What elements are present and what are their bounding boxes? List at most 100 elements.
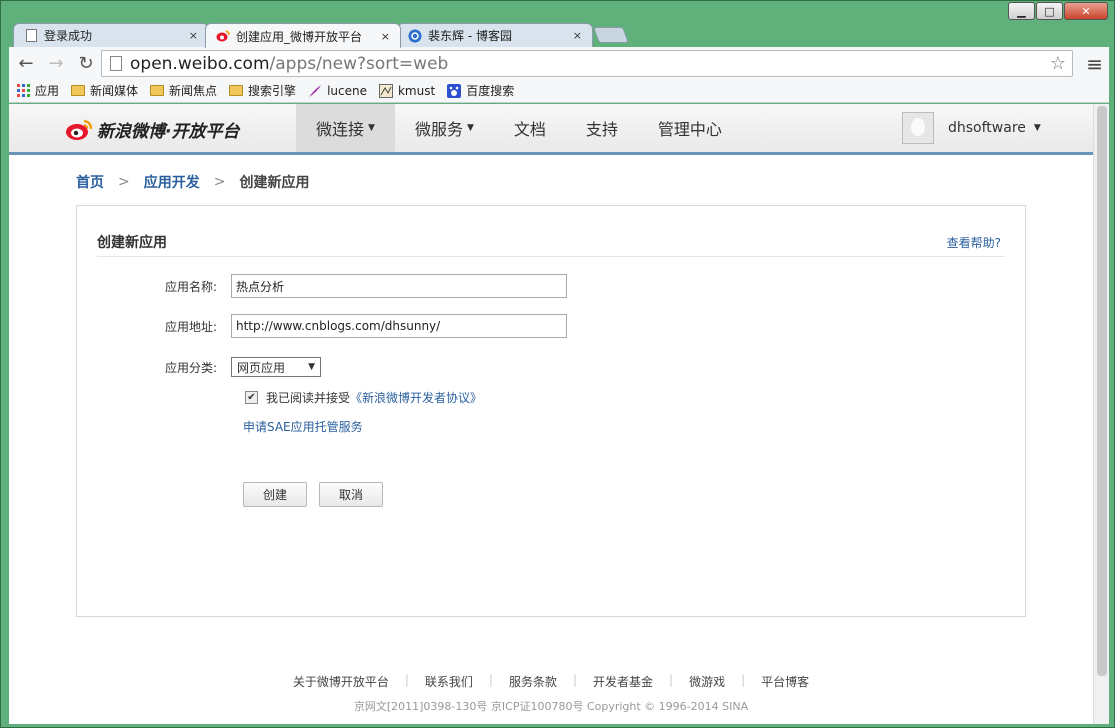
bookmark-label: lucene bbox=[327, 83, 367, 98]
sae-hosting-link[interactable]: 申请SAE应用托管服务 bbox=[243, 418, 363, 435]
caret-down-icon: ▼ bbox=[466, 123, 474, 133]
app-url-label: 应用地址: bbox=[164, 319, 217, 334]
bookmark-lucene[interactable]: lucene bbox=[308, 84, 367, 98]
page-viewport: 新浪微博·开放平台 微连接 ▼ 微服务 ▼ 文档 支持 管理中心 dhsoftw… bbox=[9, 104, 1093, 724]
copyright: 京网文[2011]0398-130号 京ICP证100780号 Copyrigh… bbox=[353, 700, 749, 713]
bookmark-label: 新闻焦点 bbox=[169, 84, 218, 98]
nav-admin-center[interactable]: 管理中心 bbox=[638, 104, 742, 152]
logo-text: 新浪微博·开放平台 bbox=[97, 122, 240, 142]
footer-link-blog[interactable]: 平台博客 bbox=[745, 673, 825, 690]
agree-checkbox[interactable]: ✔ bbox=[245, 391, 258, 404]
agreement-row: ✔ 我已阅读并接受 《新浪微博开发者协议》 bbox=[245, 389, 482, 406]
tab-close-icon[interactable]: × bbox=[189, 29, 198, 42]
vertical-scrollbar[interactable] bbox=[1093, 104, 1109, 724]
bookmark-search-engines[interactable]: 搜索引擎 bbox=[229, 82, 296, 99]
app-category-label: 应用分类: bbox=[164, 360, 217, 375]
kmust-icon bbox=[378, 83, 393, 98]
maximize-button[interactable]: □ bbox=[1036, 2, 1063, 20]
folder-icon bbox=[71, 85, 86, 96]
bookmark-label: 搜索引擎 bbox=[248, 84, 297, 98]
developer-agreement-link[interactable]: 《新浪微博开发者协议》 bbox=[350, 389, 482, 406]
app-name-label: 应用名称: bbox=[164, 279, 217, 294]
help-link[interactable]: 查看帮助? bbox=[947, 234, 1001, 251]
bookmark-label: 新闻媒体 bbox=[90, 84, 139, 98]
create-button[interactable]: 创建 bbox=[243, 482, 307, 507]
bookmark-news-media[interactable]: 新闻媒体 bbox=[71, 82, 138, 99]
folder-icon bbox=[150, 85, 165, 96]
tab-cnblogs[interactable]: 裴东辉 - 博客园 × bbox=[397, 23, 593, 47]
agree-text: 我已阅读并接受 bbox=[266, 391, 351, 405]
card-header: 创建新应用 查看帮助? bbox=[97, 232, 1005, 257]
sae-row: 申请SAE应用托管服务 bbox=[243, 418, 363, 435]
cancel-button[interactable]: 取消 bbox=[319, 482, 383, 507]
main-nav: 微连接 ▼ 微服务 ▼ 文档 支持 管理中心 bbox=[296, 104, 742, 152]
tab-close-icon[interactable]: × bbox=[381, 30, 390, 43]
browser-toolbar: ← → ↻ open.weibo.com/apps/new?sort=web ☆… bbox=[9, 47, 1109, 79]
breadcrumb: 首页 > 应用开发 > 创建新应用 bbox=[76, 172, 309, 192]
nav-wei-fuwu[interactable]: 微服务 ▼ bbox=[395, 104, 494, 152]
tab-login-success[interactable]: 登录成功 × bbox=[13, 23, 209, 47]
tab-create-app[interactable]: 创建应用_微博开放平台 × bbox=[205, 23, 401, 48]
select-value: 网页应用 bbox=[237, 360, 286, 375]
browser-window: ▁ □ ✕ 登录成功 × 创建应用_微博开放平台 × 裴东辉 - 博客园 × ←… bbox=[0, 0, 1115, 728]
close-window-button[interactable]: ✕ bbox=[1064, 2, 1108, 20]
user-menu[interactable]: dhsoftware ▼ bbox=[902, 112, 1041, 144]
card-title: 创建新应用 bbox=[97, 235, 167, 251]
bookmark-news-focus[interactable]: 新闻焦点 bbox=[150, 82, 217, 99]
nav-label: 微服务 bbox=[414, 120, 463, 139]
nav-support[interactable]: 支持 bbox=[566, 104, 638, 152]
bookmark-star-icon[interactable]: ☆ bbox=[1050, 53, 1066, 74]
nav-label: 文档 bbox=[513, 120, 546, 139]
minimize-button[interactable]: ▁ bbox=[1008, 2, 1035, 20]
footer-link-fund[interactable]: 开发者基金 bbox=[577, 673, 669, 690]
menu-icon[interactable]: ≡ bbox=[1086, 52, 1103, 76]
baidu-icon bbox=[447, 83, 462, 98]
form-buttons: 创建 取消 bbox=[243, 482, 395, 507]
chevron-right-icon: > bbox=[118, 174, 130, 190]
feather-icon bbox=[308, 84, 322, 98]
window-controls: ▁ □ ✕ bbox=[1007, 2, 1108, 20]
chevron-right-icon: > bbox=[213, 174, 226, 190]
checkmark-icon: ✔ bbox=[247, 392, 256, 403]
caret-down-icon: ▼ bbox=[1033, 123, 1041, 133]
nav-wei-lianjie[interactable]: 微连接 ▼ bbox=[296, 104, 395, 152]
weibo-logo-icon bbox=[66, 119, 93, 140]
tab-title: 裴东辉 - 博客园 bbox=[428, 29, 512, 43]
tab-strip: 登录成功 × 创建应用_微博开放平台 × 裴东辉 - 博客园 × bbox=[9, 21, 1109, 48]
footer-links: 关于微博开放平台 | 联系我们 | 服务条款 | 开发者基金 | 微游戏 | 平台博客 bbox=[9, 673, 1093, 690]
tab-title: 登录成功 bbox=[44, 29, 93, 43]
weibo-icon bbox=[216, 29, 230, 43]
app-url-row: 应用地址: bbox=[77, 314, 567, 338]
scrollbar-thumb[interactable] bbox=[1097, 106, 1107, 676]
bookmark-kmust[interactable]: kmust bbox=[378, 83, 435, 98]
new-tab-button[interactable] bbox=[593, 27, 629, 43]
site-header: 新浪微博·开放平台 微连接 ▼ 微服务 ▼ 文档 支持 管理中心 dhsoftw… bbox=[9, 104, 1093, 155]
forward-arrow-icon[interactable]: → bbox=[43, 50, 69, 76]
reload-icon[interactable]: ↻ bbox=[73, 50, 99, 76]
app-name-input[interactable] bbox=[231, 274, 567, 298]
weibo-logo[interactable]: 新浪微博·开放平台 bbox=[65, 117, 239, 142]
tab-close-icon[interactable]: × bbox=[573, 29, 582, 42]
nav-label: 管理中心 bbox=[657, 120, 722, 139]
page-icon bbox=[24, 29, 38, 43]
breadcrumb-current: 创建新应用 bbox=[239, 175, 310, 191]
page-icon bbox=[110, 56, 122, 71]
caret-down-icon: ▼ bbox=[308, 362, 315, 372]
nav-docs[interactable]: 文档 bbox=[494, 104, 566, 152]
footer-link-terms[interactable]: 服务条款 bbox=[493, 673, 573, 690]
bookmark-baidu[interactable]: 百度搜索 bbox=[447, 82, 514, 99]
nav-label: 支持 bbox=[585, 120, 618, 139]
back-arrow-icon[interactable]: ← bbox=[13, 50, 39, 76]
app-url-input[interactable] bbox=[231, 314, 567, 338]
bookmark-apps[interactable]: 应用 bbox=[17, 82, 59, 99]
breadcrumb-app-dev[interactable]: 应用开发 bbox=[144, 172, 200, 192]
breadcrumb-home[interactable]: 首页 bbox=[76, 172, 104, 192]
app-category-row: 应用分类: 网页应用 ▼ bbox=[77, 357, 321, 377]
footer-link-about[interactable]: 关于微博开放平台 bbox=[277, 673, 405, 690]
footer-link-games[interactable]: 微游戏 bbox=[673, 673, 741, 690]
app-category-select[interactable]: 网页应用 ▼ bbox=[231, 357, 321, 377]
avatar[interactable] bbox=[902, 112, 934, 144]
apps-icon bbox=[17, 84, 30, 97]
footer-link-contact[interactable]: 联系我们 bbox=[409, 673, 489, 690]
address-bar[interactable]: open.weibo.com/apps/new?sort=web ☆ bbox=[101, 50, 1073, 77]
